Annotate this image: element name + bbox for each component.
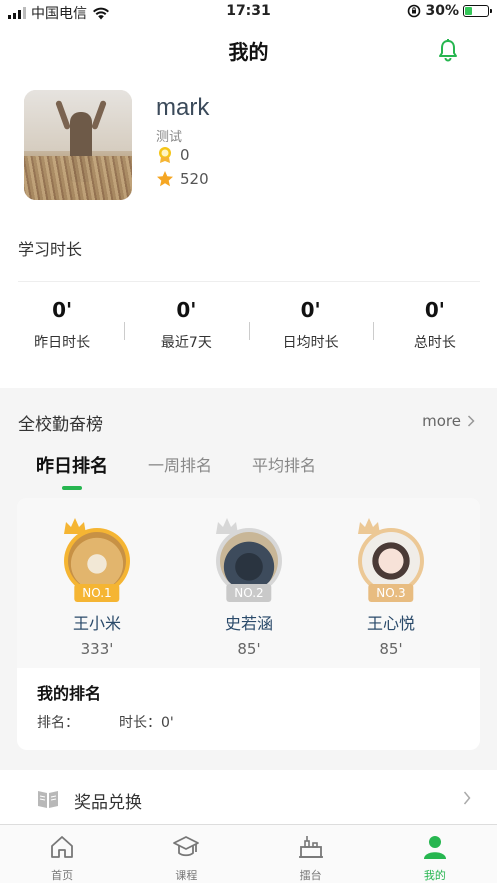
rank-name: 王小米 (72, 614, 121, 633)
tab-label: 课程 (175, 869, 198, 882)
rank-minutes: 85' (379, 640, 403, 658)
status-bar: 中国电信 17:31 30% (0, 0, 497, 24)
tab-weekly-ranking[interactable]: 一周排名 (148, 452, 212, 478)
rank-badge: NO.2 (226, 584, 272, 602)
stat-label: 日均时长 (282, 335, 339, 351)
rank-avatar: NO.2 (216, 518, 282, 602)
my-rank-time: 时长：0' (119, 715, 174, 731)
ranking-tabs: 昨日排名 一周排名 平均排名 (36, 452, 316, 478)
avatar[interactable] (24, 90, 132, 200)
podium: NO.1 王小米 333' NO.2 史若涵 85' NO.3 王心悦 85' (17, 498, 480, 668)
prize-exchange-row[interactable]: 奖品兑换 (0, 770, 497, 826)
nav-bar: 我的 (0, 24, 497, 76)
my-rank-row: 排名： 时长：0' (37, 712, 174, 732)
rank-badge: NO.1 (74, 584, 120, 602)
tab-average-ranking[interactable]: 平均排名 (252, 452, 316, 478)
profile-header[interactable]: mark 测试 0 520 (24, 90, 484, 202)
book-icon (38, 791, 58, 808)
stat-yesterday: 0' 昨日时长 (0, 298, 124, 358)
medal-icon (159, 147, 171, 163)
rank-avatar: NO.3 (358, 518, 424, 602)
study-stats: 0' 昨日时长 0' 最近7天 0' 日均时长 0' 总时长 (0, 298, 497, 358)
course-cap-icon (173, 836, 200, 857)
medal-count: 0 (180, 146, 190, 164)
stat-value: 0' (176, 298, 197, 322)
tab-mine[interactable]: 我的 (373, 825, 497, 883)
crown-icon (64, 518, 86, 534)
medal-stat: 0 (156, 146, 190, 164)
chevron-right-icon (463, 791, 471, 805)
more-link[interactable]: more (422, 412, 475, 430)
rank-first[interactable]: NO.1 王小米 333' (37, 518, 157, 658)
rank-name: 王心悦 (366, 614, 415, 633)
more-label: more (422, 412, 461, 430)
tab-label: 我的 (423, 869, 446, 882)
tab-label: 首页 (51, 869, 74, 882)
bottom-tab-bar: 首页 课程 擂台 我的 (0, 824, 497, 883)
rank-minutes: 333' (80, 640, 114, 658)
leaderboard-title: 全校勤奋榜 (18, 415, 103, 435)
status-right: 30% (407, 3, 492, 19)
rank-avatar: NO.1 (64, 518, 130, 602)
rank-name: 史若涵 (224, 614, 273, 633)
crown-icon (216, 518, 238, 534)
stat-label: 昨日时长 (34, 335, 91, 351)
study-section-title: 学习时长 (18, 240, 83, 259)
my-rank-title: 我的排名 (37, 684, 102, 703)
star-stat: 520 (156, 170, 209, 188)
tab-yesterday-ranking[interactable]: 昨日排名 (36, 452, 108, 478)
stat-value: 0' (300, 298, 321, 322)
stat-total: 0' 总时长 (372, 298, 497, 358)
tab-home[interactable]: 首页 (0, 825, 124, 883)
prize-exchange-label: 奖品兑换 (74, 793, 142, 813)
username: mark (156, 94, 210, 121)
tab-course[interactable]: 课程 (124, 825, 248, 883)
rank-second[interactable]: NO.2 史若涵 85' (189, 518, 309, 658)
stat-value: 0' (424, 298, 445, 322)
arena-icon (298, 836, 323, 858)
orientation-lock-icon (408, 4, 421, 18)
stat-value: 0' (52, 298, 73, 322)
rank-minutes: 85' (237, 640, 261, 658)
battery-icon (463, 5, 492, 17)
star-count: 520 (180, 170, 209, 188)
rank-badge: NO.3 (368, 584, 414, 602)
bell-icon[interactable] (437, 38, 459, 62)
my-rank-position: 排名： (37, 715, 79, 731)
stat-daily-average: 0' 日均时长 (248, 298, 373, 358)
my-rank: 我的排名 排名： 时长：0' (37, 680, 174, 732)
user-subtitle: 测试 (156, 130, 183, 145)
stat-label: 总时长 (413, 335, 456, 351)
ranking-card: NO.1 王小米 333' NO.2 史若涵 85' NO.3 王心悦 85' … (17, 498, 480, 750)
page-title: 我的 (228, 40, 269, 64)
rank-third[interactable]: NO.3 王心悦 85' (331, 518, 451, 658)
chevron-right-icon (467, 415, 475, 427)
home-icon (51, 836, 74, 858)
star-icon (157, 171, 173, 187)
stat-last-7-days: 0' 最近7天 (124, 298, 248, 358)
divider (18, 281, 480, 282)
stat-label: 最近7天 (160, 335, 212, 351)
crown-icon (358, 518, 380, 534)
tab-label: 擂台 (299, 869, 322, 882)
battery-percent: 30% (425, 3, 459, 19)
tab-arena[interactable]: 擂台 (249, 825, 373, 883)
profile-icon (423, 836, 446, 859)
